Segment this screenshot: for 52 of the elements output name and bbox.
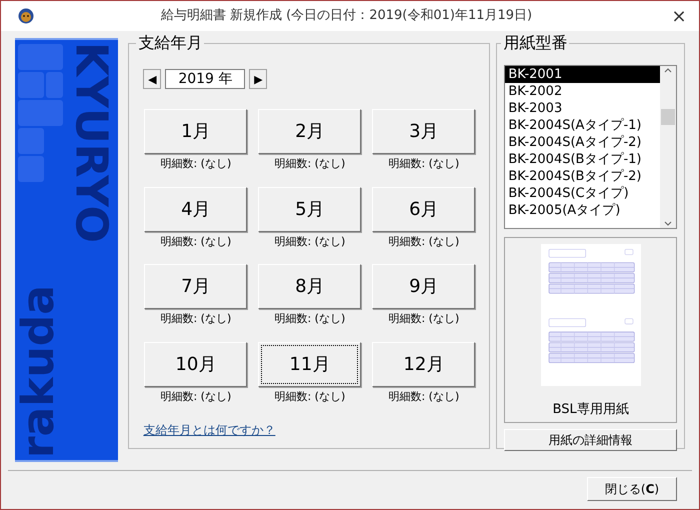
group-title: 用紙型番 xyxy=(502,32,568,54)
month-button[interactable]: 3月 xyxy=(372,109,476,154)
list-item[interactable]: BK-2004S(Aタイプ-1) xyxy=(505,117,660,134)
help-link[interactable]: 支給年月とは何ですか？ xyxy=(143,421,276,439)
month-button[interactable]: 5月 xyxy=(258,186,362,232)
list-item[interactable]: BK-2001 xyxy=(505,66,660,83)
statement-count: 明細数: (なし) xyxy=(160,234,232,250)
month-button[interactable]: 2月 xyxy=(258,109,362,154)
month-button[interactable]: 10月 xyxy=(144,342,248,386)
month-button[interactable]: 8月 xyxy=(258,264,362,309)
statement-count: 明細数: (なし) xyxy=(274,156,346,172)
scroll-down-icon[interactable] xyxy=(664,221,672,226)
month-button[interactable]: 7月 xyxy=(144,264,248,309)
scroll-up-icon[interactable] xyxy=(664,68,672,73)
next-year-button[interactable]: ▶ xyxy=(249,69,268,89)
statement-count: 明細数: (なし) xyxy=(274,234,346,250)
statement-count: 明細数: (なし) xyxy=(160,388,232,404)
statement-count: 明細数: (なし) xyxy=(274,311,346,327)
group-title: 支給年月 xyxy=(137,32,204,54)
month-button[interactable]: 6月 xyxy=(372,186,476,232)
statement-count: 明細数: (なし) xyxy=(388,311,460,327)
scrollbar[interactable] xyxy=(660,66,676,228)
statement-count: 明細数: (なし) xyxy=(274,388,346,404)
list-item[interactable]: BK-2004S(Bタイプ-2) xyxy=(505,168,660,185)
month-button[interactable]: 1月 xyxy=(144,109,248,154)
list-item[interactable]: BK-2004S(Aタイプ-2) xyxy=(505,134,660,151)
close-dialog-button[interactable]: 閉じる(C) xyxy=(587,477,677,501)
paper-details-button[interactable]: 用紙の詳細情報 xyxy=(504,429,677,451)
list-item[interactable]: BK-2002 xyxy=(505,83,660,100)
scrollbar-thumb[interactable] xyxy=(661,109,675,125)
statement-count: 明細数: (なし) xyxy=(388,156,460,172)
previous-year-button[interactable]: ◀ xyxy=(143,69,162,89)
statement-count: 明細数: (なし) xyxy=(160,156,232,172)
close-button[interactable]: × xyxy=(659,1,699,31)
year-field[interactable]: 2019 年 xyxy=(165,69,246,89)
app-icon xyxy=(18,8,34,24)
logo-text: KYURYO xyxy=(68,42,112,243)
paper-model-list[interactable]: BK-2001 BK-2002 BK-2003 BK-2004S(Aタイプ-1) BK-2004S(Aタイプ-2) BK-2004S(Bタイプ-1) BK-2004S(Bタイプ-2) BK-2004S(Cタイプ) BK-2005(Aタイプ) xyxy=(504,65,677,229)
list-item[interactable]: BK-2004S(Bタイプ-1) xyxy=(505,151,660,168)
month-button[interactable]: 11月 xyxy=(258,342,362,386)
month-button[interactable]: 9月 xyxy=(372,264,476,309)
list-item[interactable]: BK-2005(Aタイプ) xyxy=(505,202,660,219)
statement-count: 明細数: (なし) xyxy=(388,234,460,250)
statement-count: 明細数: (なし) xyxy=(388,388,460,404)
month-button[interactable]: 4月 xyxy=(144,186,248,232)
logo-text: rakuda xyxy=(17,284,61,458)
list-item[interactable]: BK-2004S(Cタイプ) xyxy=(505,185,660,202)
window-title: 給与明細書 新規作成 (今日の日付：2019(令和01)年11月19日) xyxy=(160,7,534,26)
statement-count: 明細数: (なし) xyxy=(160,311,232,327)
list-item[interactable]: BK-2003 xyxy=(505,100,660,117)
preview-caption: BSL専用用紙 xyxy=(552,401,629,419)
month-button[interactable]: 12月 xyxy=(372,342,476,386)
